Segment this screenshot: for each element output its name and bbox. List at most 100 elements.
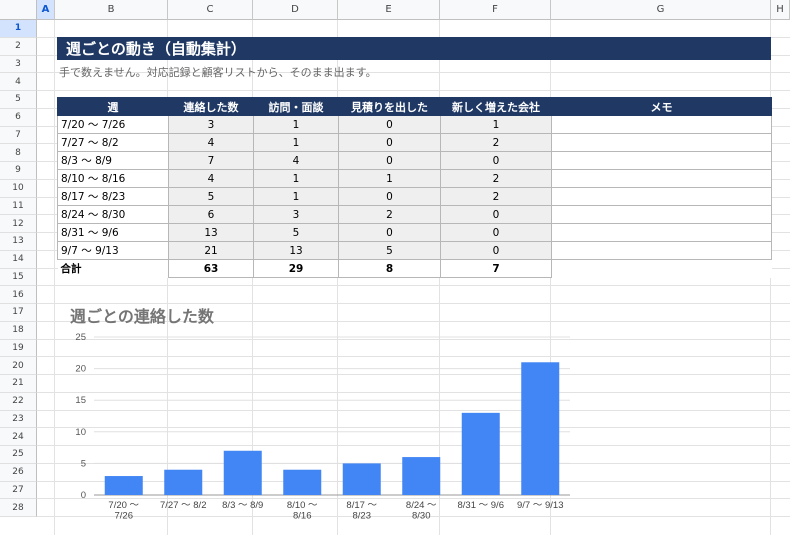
row-header-3[interactable]: 3 xyxy=(0,55,37,74)
total-quotes-cell[interactable]: 8 xyxy=(338,259,441,278)
visits-cell[interactable]: 1 xyxy=(253,187,339,206)
row-header-24[interactable]: 24 xyxy=(0,428,37,446)
visits-cell[interactable]: 3 xyxy=(253,205,339,224)
quotes-cell[interactable]: 5 xyxy=(338,241,441,260)
column-header-c[interactable]: C xyxy=(168,0,253,20)
row-header-2[interactable]: 2 xyxy=(0,37,37,56)
visits-cell[interactable]: 5 xyxy=(253,223,339,242)
row-header-11[interactable]: 11 xyxy=(0,197,37,216)
contacts-cell[interactable]: 21 xyxy=(168,241,254,260)
row-header-18[interactable]: 18 xyxy=(0,321,37,340)
row-header-10[interactable]: 10 xyxy=(0,179,37,198)
contacts-cell[interactable]: 4 xyxy=(168,133,254,152)
header-memo[interactable]: メモ xyxy=(551,97,772,116)
row-header-27[interactable]: 27 xyxy=(0,481,37,500)
quotes-cell[interactable]: 0 xyxy=(338,187,441,206)
contacts-cell[interactable]: 7 xyxy=(168,151,254,170)
column-header-g[interactable]: G xyxy=(551,0,771,20)
column-header-f[interactable]: F xyxy=(440,0,551,20)
new-companies-cell[interactable]: 0 xyxy=(440,151,552,170)
total-visits-cell[interactable]: 29 xyxy=(253,259,339,278)
header-visits[interactable]: 訪問・面談 xyxy=(253,97,339,116)
week-cell[interactable]: 8/31 〜 9/6 xyxy=(57,223,169,242)
row-header-20[interactable]: 20 xyxy=(0,357,37,375)
quotes-cell[interactable]: 2 xyxy=(338,205,441,224)
row-header-25[interactable]: 25 xyxy=(0,446,37,464)
column-header-h[interactable]: H xyxy=(771,0,790,20)
visits-cell[interactable]: 1 xyxy=(253,133,339,152)
row-header-12[interactable]: 12 xyxy=(0,215,37,233)
row-header-9[interactable]: 9 xyxy=(0,162,37,180)
total-contacts-cell[interactable]: 63 xyxy=(168,259,254,278)
total-new-companies-cell[interactable]: 7 xyxy=(440,259,552,278)
contacts-chart[interactable]: 週ごとの連絡した数 0 5 10 15 20 25 7/20 〜 7/26 7/27 〜 8/2… xyxy=(57,295,577,530)
week-cell[interactable]: 8/3 〜 8/9 xyxy=(57,151,169,170)
new-companies-cell[interactable]: 0 xyxy=(440,241,552,260)
memo-cell[interactable] xyxy=(551,223,772,242)
row-header-13[interactable]: 13 xyxy=(0,233,37,251)
visits-cell[interactable]: 1 xyxy=(253,169,339,188)
contacts-cell[interactable]: 3 xyxy=(168,115,254,134)
new-companies-cell[interactable]: 1 xyxy=(440,115,552,134)
row-header-23[interactable]: 23 xyxy=(0,410,37,429)
select-all-corner[interactable] xyxy=(0,0,37,20)
row-header-22[interactable]: 22 xyxy=(0,392,37,411)
memo-cell[interactable] xyxy=(551,241,772,260)
visits-cell[interactable]: 13 xyxy=(253,241,339,260)
contacts-cell[interactable]: 5 xyxy=(168,187,254,206)
row-header-17[interactable]: 17 xyxy=(0,304,37,322)
quotes-cell[interactable]: 0 xyxy=(338,223,441,242)
grid-line xyxy=(37,90,790,91)
week-cell[interactable]: 7/27 〜 8/2 xyxy=(57,133,169,152)
new-companies-cell[interactable]: 0 xyxy=(440,223,552,242)
header-new-companies[interactable]: 新しく増えた会社 xyxy=(440,97,552,116)
new-companies-cell[interactable]: 2 xyxy=(440,187,552,206)
memo-cell[interactable] xyxy=(551,115,772,134)
x-tick-label: 8/23 xyxy=(353,511,372,522)
row-header-7[interactable]: 7 xyxy=(0,126,37,145)
contacts-cell[interactable]: 6 xyxy=(168,205,254,224)
row-header-28[interactable]: 28 xyxy=(0,499,37,517)
row-header-14[interactable]: 14 xyxy=(0,250,37,269)
row-header-1[interactable]: 1 xyxy=(0,20,37,38)
header-week[interactable]: 週 xyxy=(57,97,169,116)
memo-cell[interactable] xyxy=(551,133,772,152)
row-header-21[interactable]: 21 xyxy=(0,375,37,393)
row-header-19[interactable]: 19 xyxy=(0,339,37,358)
week-cell[interactable]: 8/10 〜 8/16 xyxy=(57,169,169,188)
visits-cell[interactable]: 1 xyxy=(253,115,339,134)
week-cell[interactable]: 8/24 〜 8/30 xyxy=(57,205,169,224)
week-cell[interactable]: 8/17 〜 8/23 xyxy=(57,187,169,206)
row-header-6[interactable]: 6 xyxy=(0,108,37,127)
row-header-26[interactable]: 26 xyxy=(0,463,37,482)
quotes-cell[interactable]: 0 xyxy=(338,133,441,152)
row-header-4[interactable]: 4 xyxy=(0,73,37,91)
visits-cell[interactable]: 4 xyxy=(253,151,339,170)
new-companies-cell[interactable]: 0 xyxy=(440,205,552,224)
memo-cell[interactable] xyxy=(551,169,772,188)
total-label[interactable]: 合計 xyxy=(57,259,169,278)
quotes-cell[interactable]: 0 xyxy=(338,115,441,134)
column-header-e[interactable]: E xyxy=(338,0,440,20)
new-companies-cell[interactable]: 2 xyxy=(440,133,552,152)
column-header-d[interactable]: D xyxy=(253,0,338,20)
column-header-b[interactable]: B xyxy=(55,0,168,20)
column-header-a[interactable]: A xyxy=(37,0,55,20)
contacts-cell[interactable]: 13 xyxy=(168,223,254,242)
week-cell[interactable]: 7/20 〜 7/26 xyxy=(57,115,169,134)
quotes-cell[interactable]: 1 xyxy=(338,169,441,188)
row-header-16[interactable]: 16 xyxy=(0,286,37,304)
contacts-cell[interactable]: 4 xyxy=(168,169,254,188)
row-header-5[interactable]: 5 xyxy=(0,91,37,109)
new-companies-cell[interactable]: 2 xyxy=(440,169,552,188)
row-header-8[interactable]: 8 xyxy=(0,144,37,162)
header-quotes[interactable]: 見積りを出した xyxy=(338,97,441,116)
y-tick-label: 20 xyxy=(75,364,86,375)
memo-cell[interactable] xyxy=(551,151,772,170)
row-header-15[interactable]: 15 xyxy=(0,268,37,287)
week-cell[interactable]: 9/7 〜 9/13 xyxy=(57,241,169,260)
quotes-cell[interactable]: 0 xyxy=(338,151,441,170)
header-contacts[interactable]: 連絡した数 xyxy=(168,97,254,116)
memo-cell[interactable] xyxy=(551,205,772,224)
memo-cell[interactable] xyxy=(551,187,772,206)
